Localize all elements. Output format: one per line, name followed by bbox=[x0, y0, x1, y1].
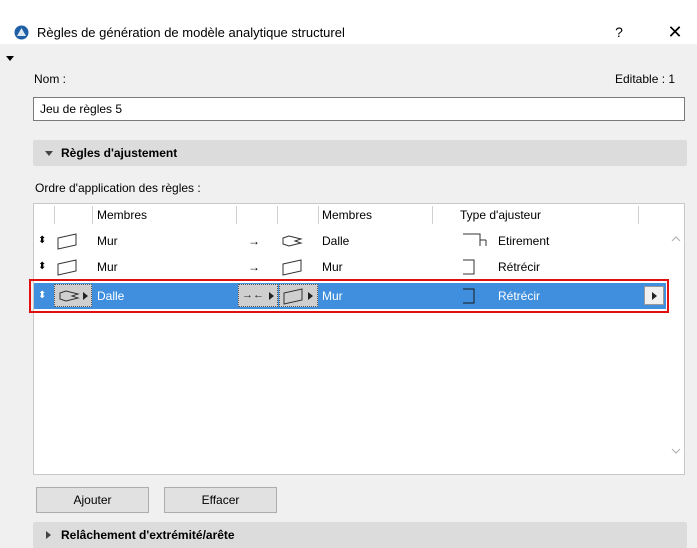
help-button[interactable]: ? bbox=[606, 20, 632, 44]
rules-dialog: Règles de génération de modèle analytiqu… bbox=[0, 0, 697, 548]
member-1: Mur bbox=[97, 260, 118, 274]
rules-table: Membres Membres Type d'ajusteur ⬍ Mur → … bbox=[33, 203, 685, 475]
column-separator bbox=[236, 206, 237, 224]
adjuster-type: Etirement bbox=[498, 234, 550, 248]
drag-handle-icon[interactable]: ⬍ bbox=[38, 229, 46, 253]
archicad-app-icon bbox=[14, 25, 29, 40]
name-label: Nom : bbox=[34, 72, 67, 86]
order-label: Ordre d'application des règles : bbox=[35, 181, 201, 195]
priority-arrow: → bbox=[248, 260, 260, 274]
scroll-up-icon[interactable] bbox=[670, 234, 682, 244]
header-members-2[interactable]: Membres bbox=[322, 204, 372, 226]
column-separator bbox=[432, 206, 433, 224]
table-row[interactable]: ⬍ Mur → Mur Rétrécir bbox=[34, 255, 666, 279]
selection-highlight bbox=[29, 279, 669, 313]
release-section-header[interactable]: Relâchement d'extrémité/arête bbox=[33, 522, 687, 548]
priority-arrow: → bbox=[248, 234, 260, 248]
window-title: Règles de génération de modèle analytiqu… bbox=[37, 25, 345, 40]
table-row[interactable]: ⬍ Mur → Dalle Etirement bbox=[34, 229, 666, 253]
adjust-rules-label: Règles d'ajustement bbox=[61, 146, 178, 160]
editable-counter: Editable : 1 bbox=[615, 72, 676, 86]
title-bar: Règles de génération de modèle analytiqu… bbox=[0, 0, 697, 44]
add-button[interactable]: Ajouter bbox=[36, 487, 149, 513]
delete-button[interactable]: Effacer bbox=[164, 487, 277, 513]
adjuster-type: Rétrécir bbox=[498, 260, 541, 274]
chevron-down-icon bbox=[45, 151, 53, 156]
chevron-right-icon bbox=[46, 531, 51, 539]
slab-icon bbox=[282, 235, 303, 247]
column-separator bbox=[92, 206, 93, 224]
column-separator bbox=[277, 206, 278, 224]
member-1: Mur bbox=[97, 234, 118, 248]
scroll-down-icon[interactable] bbox=[670, 446, 682, 456]
pin-icon[interactable] bbox=[6, 56, 14, 61]
name-input[interactable]: Jeu de règles 5 bbox=[33, 97, 685, 121]
column-separator bbox=[54, 206, 55, 224]
column-separator bbox=[318, 206, 319, 224]
stretch-icon bbox=[463, 233, 487, 246]
close-button[interactable]: ✕ bbox=[660, 20, 690, 44]
header-members-1[interactable]: Membres bbox=[97, 204, 147, 226]
wall-icon bbox=[57, 233, 77, 250]
wall-icon bbox=[57, 259, 77, 276]
release-label: Relâchement d'extrémité/arête bbox=[61, 528, 235, 542]
wall-icon bbox=[282, 259, 302, 276]
header-adjuster-type[interactable]: Type d'ajusteur bbox=[460, 204, 541, 226]
adjust-rules-section-header[interactable]: Règles d'ajustement bbox=[33, 140, 687, 166]
shrink-icon bbox=[463, 259, 475, 275]
column-separator bbox=[638, 206, 639, 224]
member-2: Mur bbox=[322, 260, 343, 274]
drag-handle-icon[interactable]: ⬍ bbox=[38, 255, 46, 279]
member-2: Dalle bbox=[322, 234, 350, 248]
